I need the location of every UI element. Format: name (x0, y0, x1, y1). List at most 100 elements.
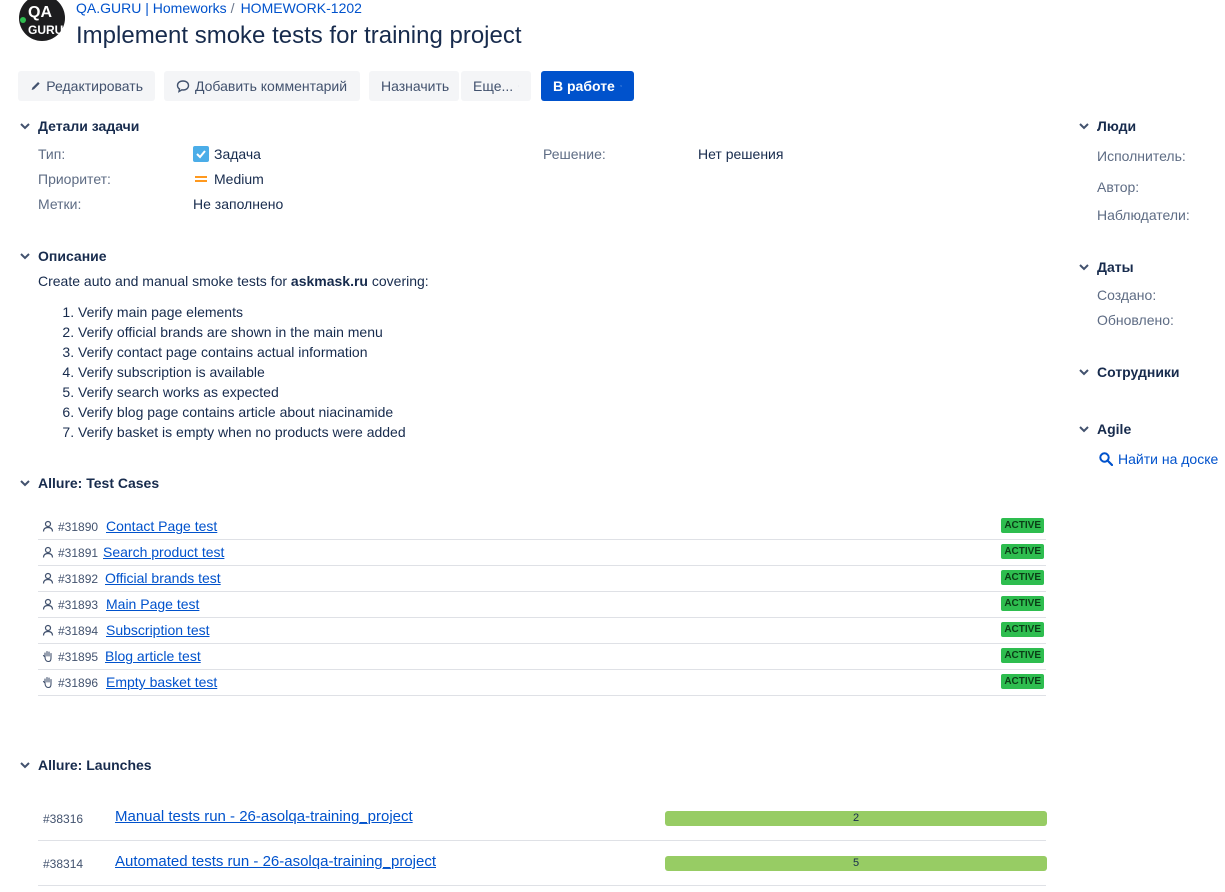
launches-section-toggle[interactable]: Allure: Launches (18, 757, 152, 773)
employees-heading: Сотрудники (1097, 364, 1180, 380)
labels-label: Метки: (38, 196, 82, 212)
breadcrumb-issue-link[interactable]: HOMEWORK-1202 (241, 0, 362, 16)
launch-progress-bar[interactable]: 5 (665, 856, 1047, 871)
test-case-link[interactable]: Search product test (103, 544, 224, 560)
employees-section-toggle[interactable]: Сотрудники (1077, 364, 1180, 380)
assign-button[interactable]: Назначить (369, 71, 459, 101)
breadcrumb: QA.GURU | Homeworks / HOMEWORK-1202 (76, 0, 362, 16)
table-row: #31894 Subscription test ACTIVE (38, 618, 1046, 644)
assignee-label: Исполнитель: (1097, 148, 1186, 164)
status-badge: ACTIVE (1001, 648, 1044, 663)
chevron-down-icon (1079, 123, 1089, 130)
test-case-link[interactable]: Official brands test (105, 570, 221, 586)
created-label: Создано: (1097, 287, 1157, 303)
updated-label: Обновлено: (1097, 312, 1174, 328)
assign-button-label: Назначить (381, 78, 450, 94)
type-value-text: Задача (214, 146, 261, 162)
agile-heading: Agile (1097, 421, 1132, 437)
more-button-label: Еще... (473, 78, 514, 94)
test-case-id: #31896 (58, 676, 99, 690)
status-badge: ACTIVE (1001, 518, 1044, 533)
type-label: Тип: (38, 146, 66, 162)
priority-value: Medium (193, 171, 264, 187)
details-heading: Детали задачи (38, 118, 140, 134)
table-row: #31891 Search product test ACTIVE (38, 540, 1046, 566)
chevron-down-icon (1079, 426, 1089, 433)
more-button[interactable]: Еще... (461, 71, 531, 101)
chevron-down-icon (20, 253, 30, 260)
checkbox-task-icon (193, 146, 209, 162)
description-section-toggle[interactable]: Описание (18, 248, 107, 264)
launch-id: #38314 (43, 857, 84, 871)
test-case-link[interactable]: Subscription test (106, 622, 210, 638)
resolution-label: Решение: (543, 146, 606, 162)
medium-priority-icon (195, 176, 207, 182)
reporter-label: Автор: (1097, 179, 1140, 195)
test-case-id: #31892 (58, 572, 99, 586)
status-badge: ACTIVE (1001, 596, 1044, 611)
list-item: Verify subscription is available (78, 362, 406, 382)
test-case-id: #31891 (58, 546, 99, 560)
chevron-down-icon (20, 762, 30, 769)
list-item: Verify blog page contains article about … (78, 402, 406, 422)
page-title: Implement smoke tests for training proje… (76, 22, 522, 49)
breadcrumb-separator: / (230, 0, 235, 16)
add-comment-button[interactable]: Добавить комментарий (164, 71, 360, 101)
agile-section-toggle[interactable]: Agile (1077, 421, 1131, 437)
launch-progress-bar[interactable]: 2 (665, 811, 1047, 826)
svg-text:QA: QA (28, 4, 52, 21)
chevron-down-icon (1079, 264, 1089, 271)
test-case-id: #31893 (58, 598, 99, 612)
pencil-icon (31, 81, 40, 91)
chevron-down-icon (20, 480, 30, 487)
list-item: Verify main page elements (78, 302, 406, 322)
test-case-link[interactable]: Empty basket test (106, 674, 217, 690)
test-case-link[interactable]: Blog article test (105, 648, 201, 664)
find-on-board-link[interactable]: Найти на доске (1099, 451, 1218, 467)
type-value: Задача (193, 146, 261, 162)
chevron-down-icon (20, 123, 30, 130)
launch-link[interactable]: Manual tests run - 26-asolqa-training_pr… (115, 808, 413, 825)
list-item: Verify contact page contains actual info… (78, 342, 406, 362)
breadcrumb-project-link[interactable]: QA.GURU | Homeworks (76, 0, 227, 16)
test-cases-heading: Allure: Test Cases (38, 475, 160, 491)
details-section-toggle[interactable]: Детали задачи (18, 118, 139, 134)
test-cases-section-toggle[interactable]: Allure: Test Cases (18, 475, 159, 491)
launch-row: #38314 Automated tests run - 26-asolqa-t… (38, 841, 1047, 886)
table-row: #31895 Blog article test ACTIVE (38, 644, 1046, 670)
priority-label: Приоритет: (38, 171, 111, 187)
people-section-toggle[interactable]: Люди (1077, 118, 1136, 134)
priority-value-text: Medium (214, 171, 264, 187)
table-row: #31896 Empty basket test ACTIVE (38, 670, 1046, 696)
people-heading: Люди (1097, 118, 1137, 134)
launch-id: #38316 (43, 812, 84, 826)
description-intro-text: Create auto and manual smoke tests for (38, 273, 291, 289)
status-badge: ACTIVE (1001, 544, 1044, 559)
status-button[interactable]: В работе (541, 71, 634, 101)
chevron-down-icon (620, 85, 622, 87)
qa-guru-logo[interactable]: QA GURU (18, 0, 66, 46)
hand-icon (42, 676, 52, 688)
dates-section-toggle[interactable]: Даты (1077, 259, 1134, 275)
launch-row: #38316 Manual tests run - 26-asolqa-trai… (38, 796, 1047, 841)
table-row: #31890 Contact Page test ACTIVE (38, 514, 1046, 540)
edit-button[interactable]: Редактировать (18, 71, 155, 101)
test-case-link[interactable]: Main Page test (106, 596, 199, 612)
labels-value[interactable]: Не заполнено (193, 196, 283, 212)
list-item: Verify basket is empty when no products … (78, 422, 406, 442)
list-item: Verify search works as expected (78, 382, 406, 402)
chevron-down-icon (1079, 369, 1089, 376)
add-comment-button-label: Добавить комментарий (195, 78, 348, 94)
robot-icon (42, 572, 54, 584)
robot-icon (42, 546, 54, 558)
description-intro: Create auto and manual smoke tests for a… (38, 273, 429, 289)
status-button-label: В работе (553, 78, 615, 94)
dates-heading: Даты (1097, 259, 1134, 275)
robot-icon (42, 624, 54, 636)
test-case-id: #31890 (58, 520, 99, 534)
launch-link[interactable]: Automated tests run - 26-asolqa-training… (115, 853, 436, 870)
chevron-down-icon (518, 85, 519, 87)
speech-bubble-icon (176, 80, 190, 93)
status-badge: ACTIVE (1001, 622, 1044, 637)
test-case-link[interactable]: Contact Page test (106, 518, 217, 534)
